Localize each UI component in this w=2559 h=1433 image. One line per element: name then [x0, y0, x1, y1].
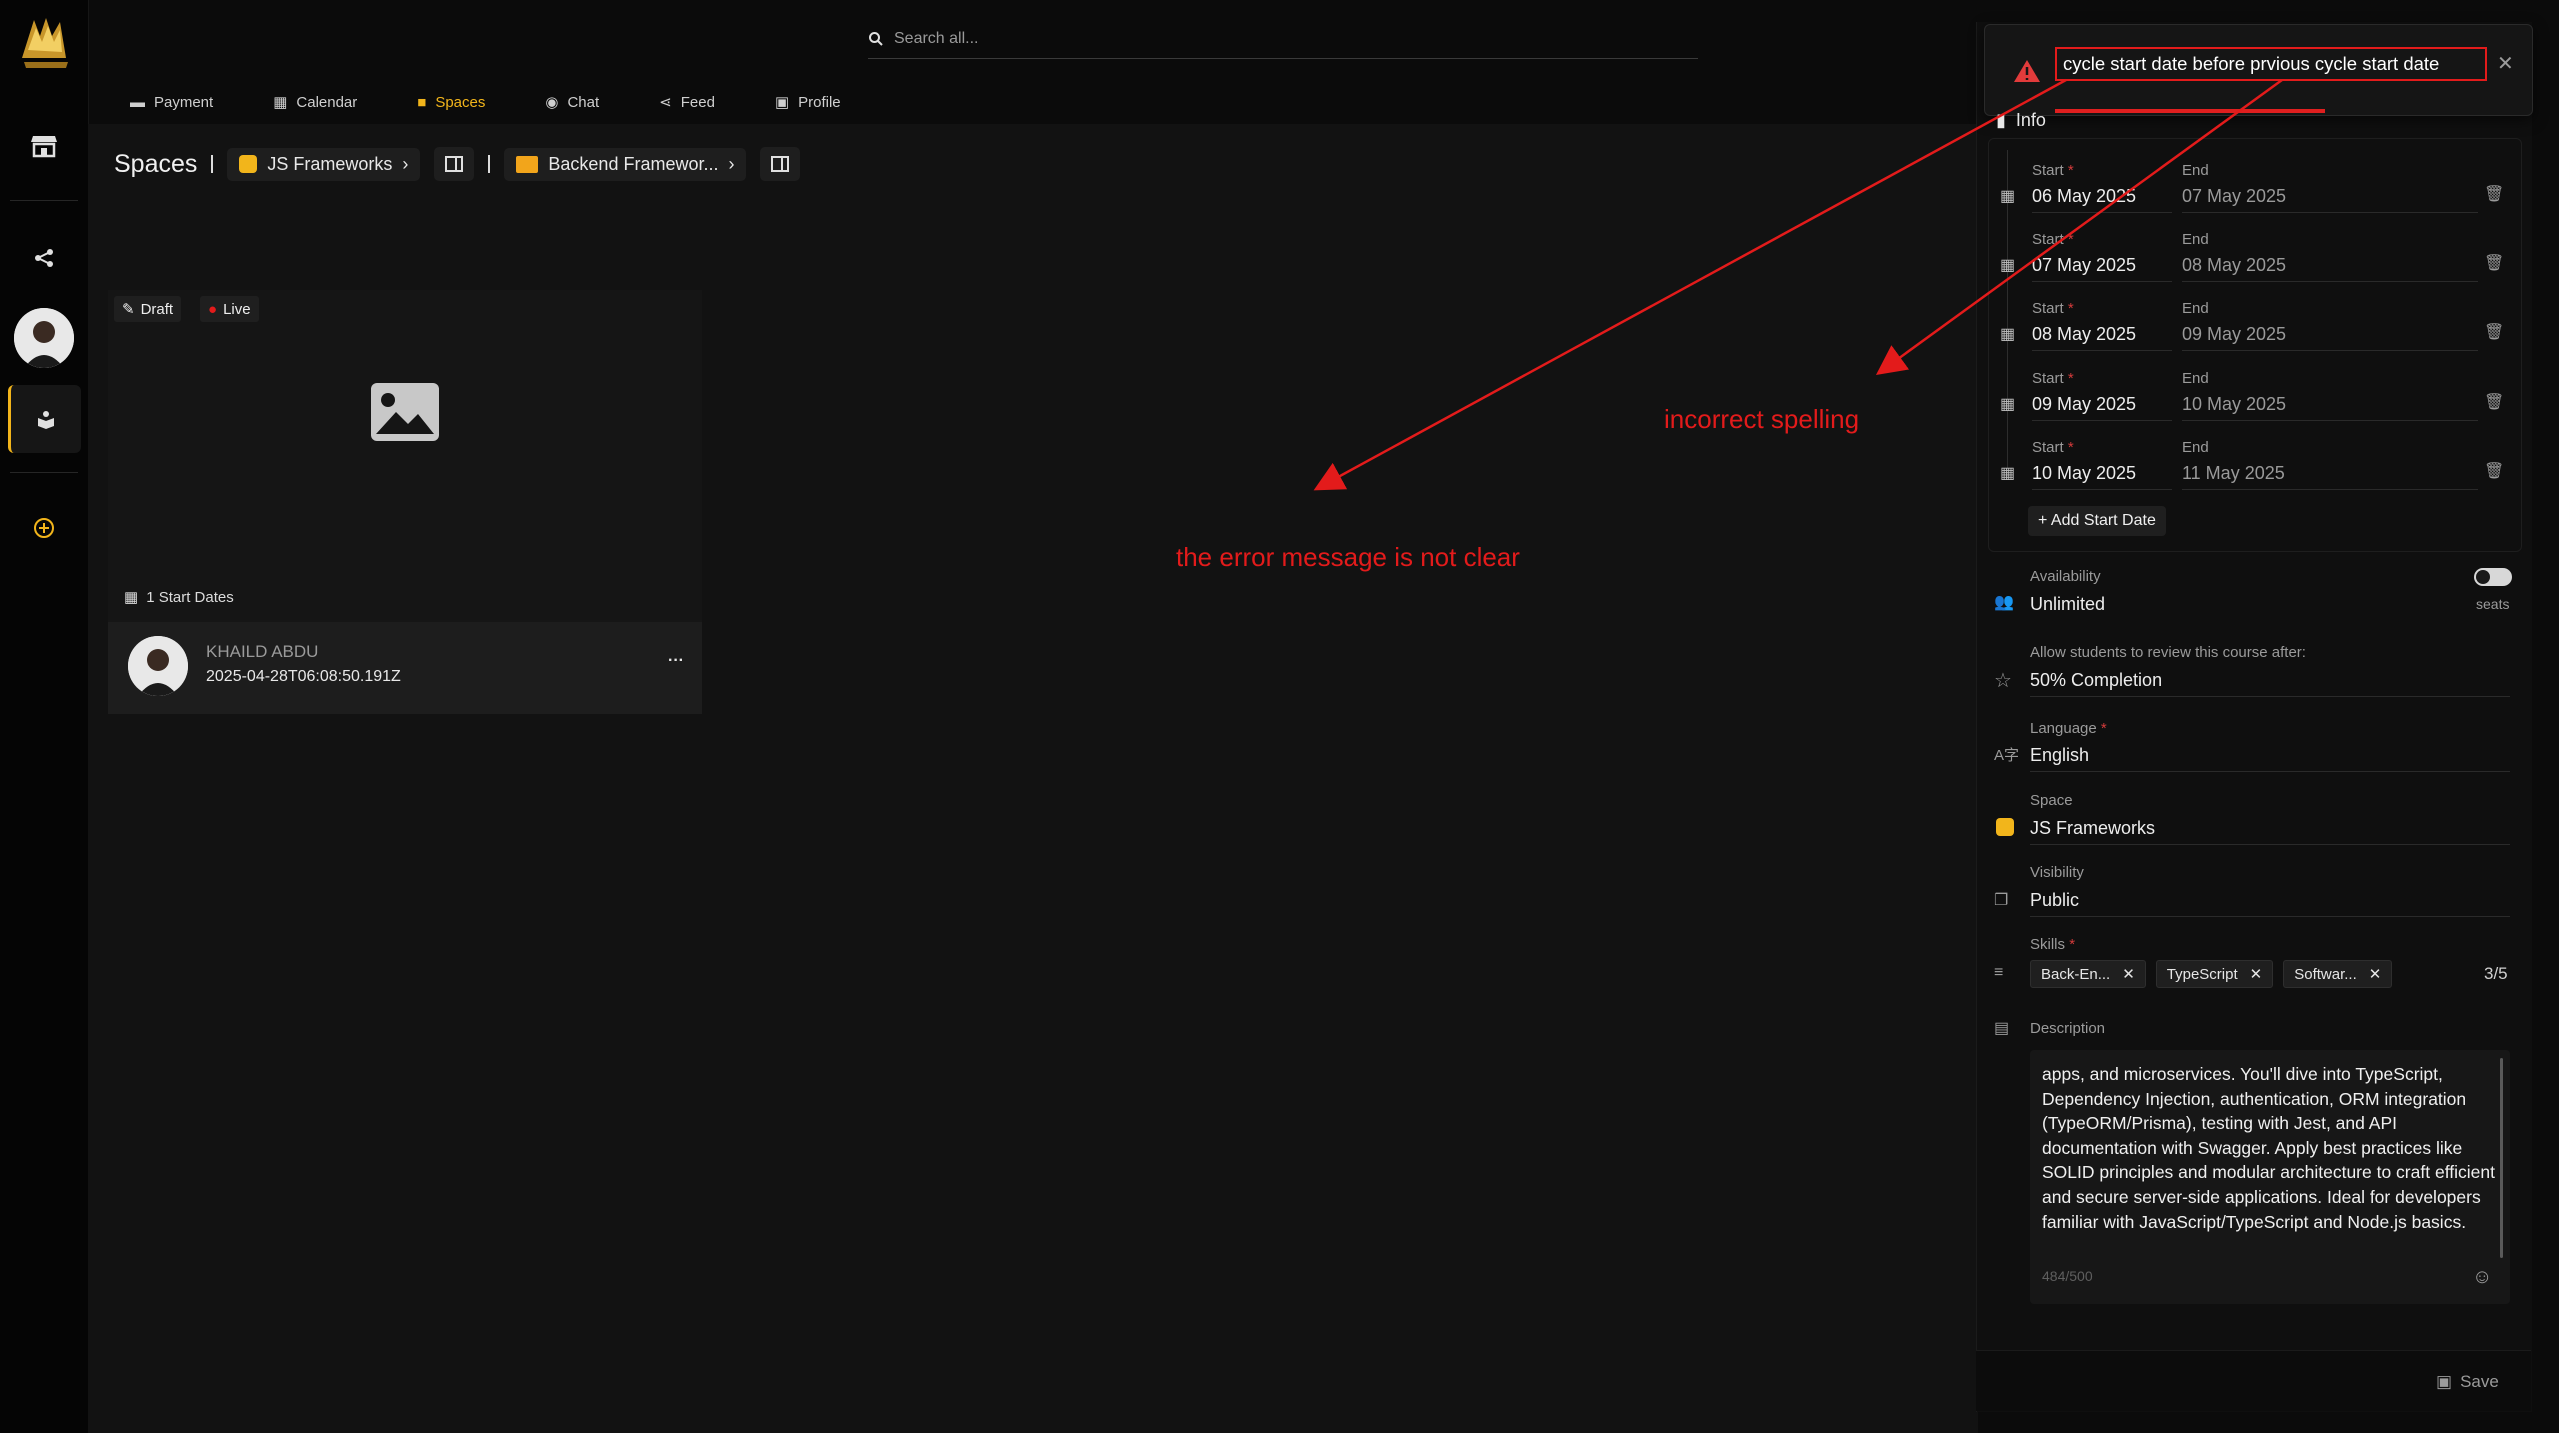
annotation-spelling: incorrect spelling: [1664, 404, 1860, 434]
annotation-unclear: the error message is not clear: [1176, 542, 1520, 572]
annotation-arrows: [1313, 78, 2283, 491]
arrow-spelling: [1875, 78, 2283, 375]
